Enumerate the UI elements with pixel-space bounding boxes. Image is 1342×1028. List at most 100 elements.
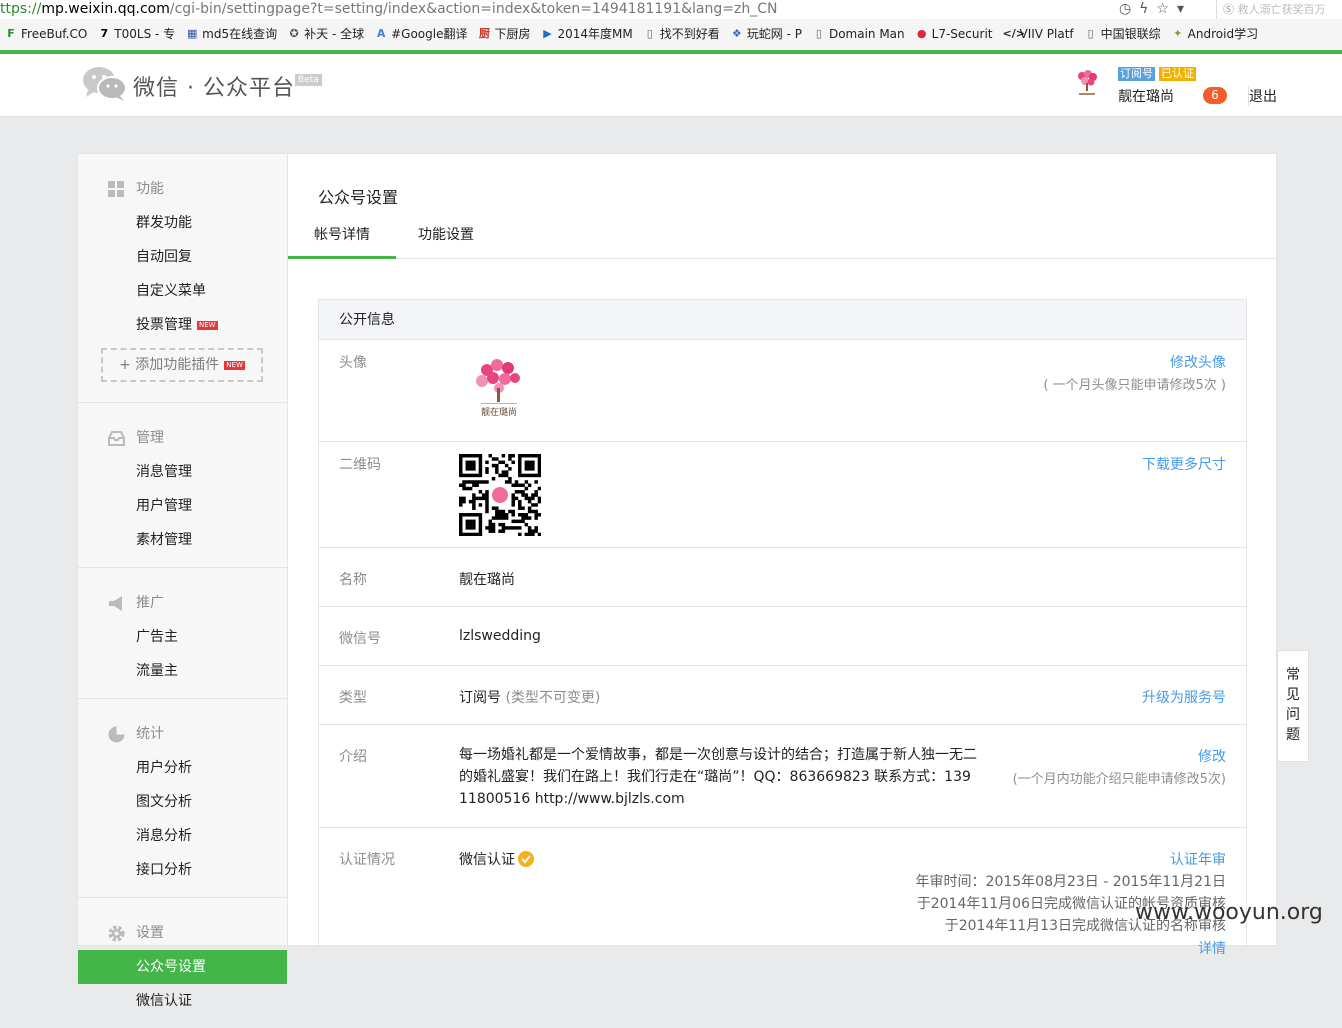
details-link[interactable]: 详情: [1198, 938, 1226, 958]
bookmark-item[interactable]: ✪ 补天 - 全球: [283, 23, 370, 45]
bookmark-item[interactable]: ❖ 玩蛇网 - P: [726, 23, 808, 45]
sidebar-item-api-analysis[interactable]: 接口分析: [78, 853, 287, 887]
bookmark-item[interactable]: 7 T00LS - 专: [93, 23, 181, 45]
sidebar-group-title: 管理: [78, 421, 287, 455]
bookmark-item[interactable]: ● L7-Securit: [911, 23, 999, 45]
bookmark-item[interactable]: ▶ 2014年度MM: [536, 23, 638, 45]
wechat-logo-icon[interactable]: [82, 66, 128, 102]
faq-label: 常见问题: [1286, 667, 1300, 743]
tab-account-details[interactable]: 帐号详情: [288, 214, 396, 259]
bookmark-item[interactable]: F FreeBuf.CO: [0, 23, 93, 45]
bookmark-item[interactable]: ✦ Android学习: [1167, 23, 1264, 45]
sidebar-item-broadcast[interactable]: 群发功能: [78, 206, 287, 240]
search-engine-icon: Ⓢ: [1223, 3, 1238, 16]
upgrade-service-link[interactable]: 升级为服务号: [1142, 687, 1226, 707]
bookmark-item[interactable]: ▦ md5在线查询: [181, 23, 283, 45]
bookmark-item[interactable]: ▯ 找不到好看: [639, 23, 726, 45]
row-label: 微信号: [339, 631, 381, 647]
tab-label: 功能设置: [418, 227, 474, 243]
search-placeholder: 救人溺亡获奖百万: [1237, 3, 1326, 16]
type-value: 订阅号 (类型不可变更): [459, 687, 600, 707]
row-label: 类型: [339, 690, 367, 706]
url-scheme: ttps://: [0, 1, 42, 17]
group-label: 设置: [136, 925, 164, 941]
sidebar-item-messages[interactable]: 消息管理: [78, 455, 287, 489]
faq-button[interactable]: 常见问题: [1277, 650, 1309, 762]
group-label: 功能: [136, 181, 164, 197]
row-type: 类型 订阅号 (类型不可变更) 升级为服务号: [319, 666, 1246, 725]
bookmark-item[interactable]: A #Google翻译: [370, 23, 473, 45]
bookmark-icon: ▶: [543, 27, 552, 40]
download-qr-link[interactable]: 下载更多尺寸: [1142, 454, 1226, 474]
sidebar-item-label: 微信认证: [136, 993, 192, 1009]
sidebar-item-vote[interactable]: 投票管理 NEW: [78, 308, 287, 342]
row-avatar: 头像 靓在璐尚 修改头像 ( 一个月头像只能申请修改5次 ): [319, 340, 1246, 442]
intro-line: 的婚礼盛宴！我们在路上！我们行走在“璐尚”！QQ：863669823 联系方式：…: [459, 769, 971, 785]
account-avatar[interactable]: [1072, 68, 1102, 100]
url-path: /cgi-bin/settingpage?t=setting/index&act…: [169, 1, 778, 17]
sidebar-item-advertiser[interactable]: 广告主: [78, 620, 287, 654]
bookmark-label: 2014年度MM: [557, 27, 633, 41]
sidebar-item-message-analysis[interactable]: 消息分析: [78, 819, 287, 853]
sidebar-item-article-analysis[interactable]: 图文分析: [78, 785, 287, 819]
sidebar-item-users[interactable]: 用户管理: [78, 489, 287, 523]
row-label: 头像: [339, 355, 367, 371]
sidebar-item-user-analysis[interactable]: 用户分析: [78, 751, 287, 785]
intro-line: 每一场婚礼都是一个爱情故事，都是一次创意与设计的结合；打造属于新人独一无二: [459, 747, 977, 763]
sidebar-item-label: 图文分析: [136, 794, 192, 810]
bookmark-item[interactable]: ▯ 中国银联综: [1080, 23, 1167, 45]
bookmark-item[interactable]: 厨下厨房: [473, 23, 536, 45]
bolt-icon[interactable]: ϟ: [1139, 1, 1156, 17]
group-label: 统计: [136, 726, 164, 742]
sidebar-item-custom-menu[interactable]: 自定义菜单: [78, 274, 287, 308]
sidebar-item-wechat-verify[interactable]: 微信认证: [78, 984, 287, 1018]
platform-title[interactable]: 微信 · 公众平台: [133, 70, 295, 102]
bookmark-item[interactable]: ▯ Domain Man: [808, 23, 911, 45]
sidebar-item-materials[interactable]: 素材管理: [78, 523, 287, 557]
bookmark-label: #Google翻译: [391, 27, 468, 41]
notification-count[interactable]: 6: [1203, 87, 1227, 104]
sidebar-group-stats: 统计 用户分析 图文分析 消息分析 接口分析: [78, 699, 287, 898]
edit-intro-link[interactable]: 修改: [1198, 746, 1226, 766]
avatar-limit-note: ( 一个月头像只能申请修改5次 ): [1043, 378, 1226, 393]
sidebar-item-publisher[interactable]: 流量主: [78, 654, 287, 688]
row-qrcode: 二维码 下载更多尺寸: [319, 442, 1246, 548]
speed-icon[interactable]: ◷: [1119, 1, 1139, 17]
logout-link[interactable]: 退出: [1248, 86, 1277, 106]
search-box[interactable]: Ⓢ 救人溺亡获奖百万: [1216, 0, 1342, 19]
megaphone-icon: [109, 596, 122, 611]
add-plugin-button[interactable]: + 添加功能插件 NEW: [101, 348, 263, 382]
bookmark-label: T00LS - 专: [114, 27, 176, 41]
sidebar-item-label: 广告主: [136, 629, 178, 645]
star-icon[interactable]: ☆: [1156, 1, 1177, 17]
chevron-down-icon[interactable]: ▾: [1177, 1, 1192, 17]
page-title: 公众号设置: [318, 188, 399, 207]
bookmark-icon: ▯: [815, 27, 822, 40]
tab-function-settings[interactable]: 功能设置: [396, 214, 496, 259]
sidebar-item-account-settings[interactable]: 公众号设置: [78, 950, 287, 984]
bookmark-icon: ❖: [731, 27, 742, 40]
row-name: 名称 靓在璐尚: [319, 548, 1246, 607]
intro-text: 每一场婚礼都是一个爱情故事，都是一次创意与设计的结合；打造属于新人独一无二 的婚…: [459, 744, 1019, 810]
public-info-panel: 公开信息 头像 靓在璐尚 修改头像 ( 一个月头像只能申请修改5次 ) 二维码 …: [318, 299, 1247, 957]
address-bar[interactable]: ttps://mp.weixin.qq.com/cgi-bin/settingp…: [0, 0, 1342, 19]
account-name-value: 靓在璐尚: [459, 572, 515, 588]
sidebar-group-title: 功能: [78, 172, 287, 206]
verified-badge: 已认证: [1159, 67, 1196, 81]
intro-limit-note: (一个月内功能介绍只能申请修改5次): [1012, 772, 1226, 787]
sidebar-item-auto-reply[interactable]: 自动回复: [78, 240, 287, 274]
change-avatar-link[interactable]: 修改头像: [1170, 352, 1226, 372]
account-name[interactable]: 靓在璐尚: [1118, 86, 1174, 106]
tab-bar: 帐号详情 功能设置: [288, 214, 1276, 259]
bookmark-icon: 7: [100, 27, 109, 40]
bookmark-label: 中国银联综: [1100, 27, 1161, 41]
bookmark-label: VIIV Platf: [1019, 27, 1074, 41]
watermark: www.wooyun.org: [1135, 900, 1323, 925]
qr-code-image[interactable]: [459, 454, 541, 536]
sidebar-item-label: 群发功能: [136, 215, 192, 231]
bookmark-item[interactable]: </> VIIV Platf: [998, 23, 1079, 45]
sidebar: 功能 群发功能 自动回复 自定义菜单 投票管理 NEW + 添加功能插件 NEW 管…: [77, 153, 287, 1009]
annual-review-link[interactable]: 认证年审: [1170, 849, 1226, 869]
new-tag: NEW: [224, 360, 245, 370]
url-host: mp.weixin.qq.com: [41, 1, 170, 17]
